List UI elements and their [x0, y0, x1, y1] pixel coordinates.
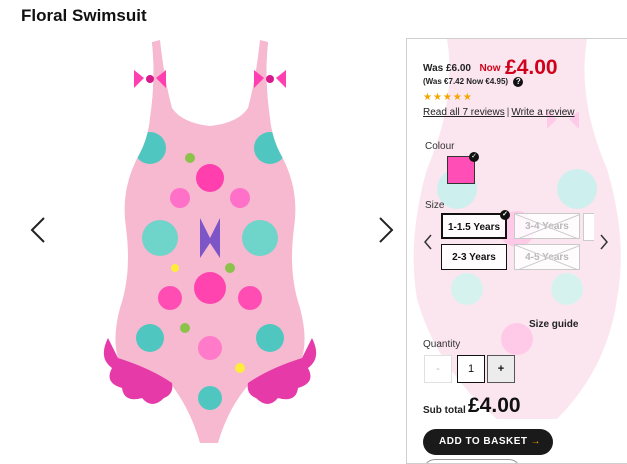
chevron-left-icon	[30, 217, 45, 243]
reviews-links: Read all 7 reviews | Write a review	[423, 107, 575, 118]
add-to-basket-button[interactable]: ADD TO BASKET →	[423, 429, 553, 455]
chevron-right-icon	[600, 234, 608, 250]
colour-label: Colour	[425, 141, 455, 152]
size-option-2-3-years[interactable]: 2-3 Years	[441, 244, 507, 270]
size-option-label: 1-1.5 Years	[447, 222, 501, 233]
colour-swatch-pink[interactable]: ✓	[447, 152, 479, 184]
now-price: £4.00	[505, 56, 558, 79]
product-image[interactable]	[90, 38, 330, 462]
write-review-link[interactable]: Write a review	[511, 107, 574, 118]
arrow-right-icon: →	[530, 436, 541, 447]
euro-price: (Was €7.42 Now €4.95) ?	[423, 77, 524, 87]
subtotal-label: Sub total	[423, 405, 466, 416]
quantity-label: Quantity	[423, 339, 461, 350]
unavailable-cross-icon	[515, 245, 579, 269]
size-option-3-4-years[interactable]: 3-4 Years	[514, 213, 580, 239]
size-option-label: 2-3 Years	[452, 252, 496, 263]
quantity-decrease-button[interactable]: -	[424, 355, 452, 383]
subtotal-value: £4.00	[468, 394, 521, 417]
now-label: Now	[479, 63, 501, 74]
size-option-partial	[583, 213, 594, 241]
quantity-input[interactable]: 1	[457, 355, 485, 383]
star-rating: ★★★★★	[423, 92, 473, 103]
product-gallery	[20, 30, 400, 462]
price-row: Was £6.00 Now £4.00	[423, 53, 558, 79]
chevron-right-icon	[379, 217, 394, 243]
size-guide-link[interactable]: Size guide	[529, 319, 578, 330]
purchase-panel: Was £6.00 Now £4.00 (Was €7.42 Now €4.95…	[406, 38, 627, 464]
size-option-1-1-5-years[interactable]: 1-1.5 Years ✓	[441, 210, 510, 239]
product-title: Floral Swimsuit	[21, 6, 147, 25]
was-price: Was £6.00	[423, 63, 471, 74]
size-prev-button[interactable]	[423, 232, 433, 252]
euro-price-text: (Was €7.42 Now €4.95)	[423, 77, 509, 87]
unavailable-cross-icon	[515, 214, 579, 238]
quantity-increase-button[interactable]: +	[487, 355, 515, 383]
gallery-next-button[interactable]	[374, 210, 398, 250]
gallery-prev-button[interactable]	[26, 210, 50, 250]
size-option-4-5-years[interactable]: 4-5 Years	[514, 244, 580, 270]
chevron-left-icon	[424, 234, 432, 250]
check-icon: ✓	[469, 152, 479, 162]
size-label: Size	[425, 200, 445, 211]
read-reviews-link[interactable]: Read all 7 reviews	[423, 107, 505, 118]
check-icon: ✓	[500, 210, 510, 220]
add-to-basket-label: ADD TO BASKET	[439, 436, 528, 447]
size-next-button[interactable]	[599, 232, 609, 252]
question-icon[interactable]: ?	[513, 77, 524, 87]
reviews-separator: |	[506, 107, 510, 118]
